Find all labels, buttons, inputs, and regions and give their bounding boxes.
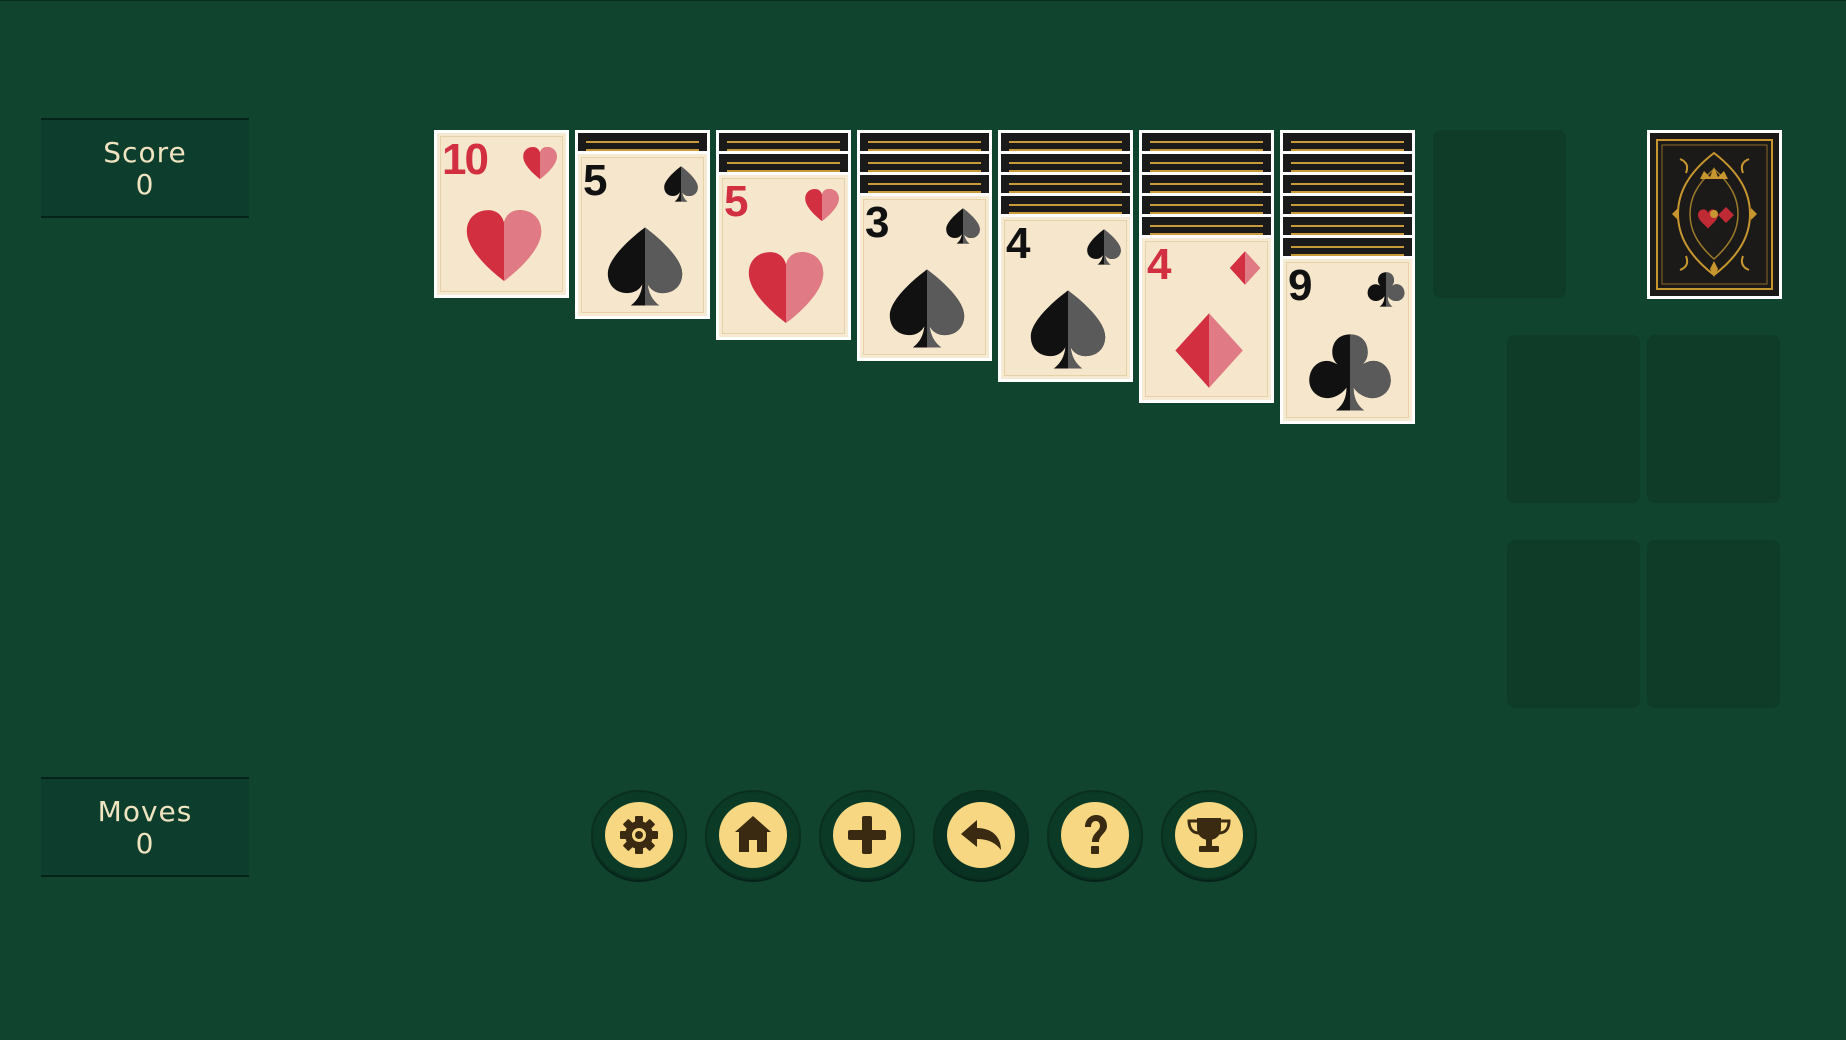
hearts-large-icon: [748, 252, 824, 323]
spades-small-icon: [946, 208, 980, 244]
foundation-slot-4[interactable]: [1647, 540, 1780, 708]
clubs-large-icon: [1309, 334, 1391, 411]
card-back-pattern: [1650, 133, 1779, 296]
settings-button[interactable]: [591, 790, 687, 880]
diamonds-large-icon: [1175, 313, 1243, 388]
waste-pile-empty[interactable]: [1433, 130, 1566, 298]
undo-button[interactable]: [933, 790, 1029, 880]
face-up-card[interactable]: 4: [998, 214, 1133, 382]
face-up-card[interactable]: 5: [575, 151, 710, 319]
plus-icon: [848, 816, 886, 854]
moves-label: Moves: [97, 795, 193, 828]
home-icon: [735, 816, 771, 852]
diamonds-small-icon: [1229, 251, 1261, 285]
hearts-small-icon: [805, 189, 839, 221]
help-button[interactable]: [1047, 790, 1143, 880]
foundation-slot-2[interactable]: [1647, 335, 1780, 503]
trophy-icon: [1187, 818, 1231, 852]
hearts-large-icon: [466, 210, 542, 281]
game-table: Score 0 Moves 0 10 5 5 3 4 4 9: [0, 0, 1846, 1040]
face-up-card[interactable]: 9: [1280, 256, 1415, 424]
hearts-small-icon: [523, 147, 557, 179]
face-up-card[interactable]: 4: [1139, 235, 1274, 403]
new-game-button[interactable]: [819, 790, 915, 880]
card-rank: 9: [1288, 261, 1313, 310]
face-up-card[interactable]: 3: [857, 193, 992, 361]
stock-pile[interactable]: [1647, 130, 1782, 299]
card-rank: 4: [1006, 219, 1031, 268]
moves-value: 0: [135, 827, 155, 860]
score-panel: Score 0: [41, 118, 249, 218]
question-icon: [1085, 815, 1107, 854]
home-button[interactable]: [705, 790, 801, 880]
spades-large-icon: [607, 227, 683, 306]
undo-arrow-icon: [961, 820, 1001, 850]
spades-large-icon: [889, 269, 965, 348]
score-value: 0: [135, 168, 155, 201]
face-up-card[interactable]: 10: [434, 130, 569, 298]
card-rank: 4: [1147, 240, 1172, 289]
trophy-button[interactable]: [1161, 790, 1257, 880]
clubs-small-icon: [1367, 272, 1405, 307]
card-rank: 3: [865, 198, 890, 247]
card-rank: 5: [724, 177, 749, 226]
foundation-slot-1[interactable]: [1507, 335, 1640, 503]
spades-small-icon: [1087, 229, 1121, 265]
face-up-card[interactable]: 5: [716, 172, 851, 340]
score-label: Score: [103, 136, 187, 169]
card-rank: 5: [583, 156, 608, 205]
foundation-slot-3[interactable]: [1507, 540, 1640, 708]
spades-large-icon: [1030, 290, 1106, 369]
card-rank: 10: [442, 135, 489, 184]
moves-panel: Moves 0: [41, 777, 249, 877]
gear-icon: [620, 816, 658, 854]
spades-small-icon: [664, 166, 698, 202]
